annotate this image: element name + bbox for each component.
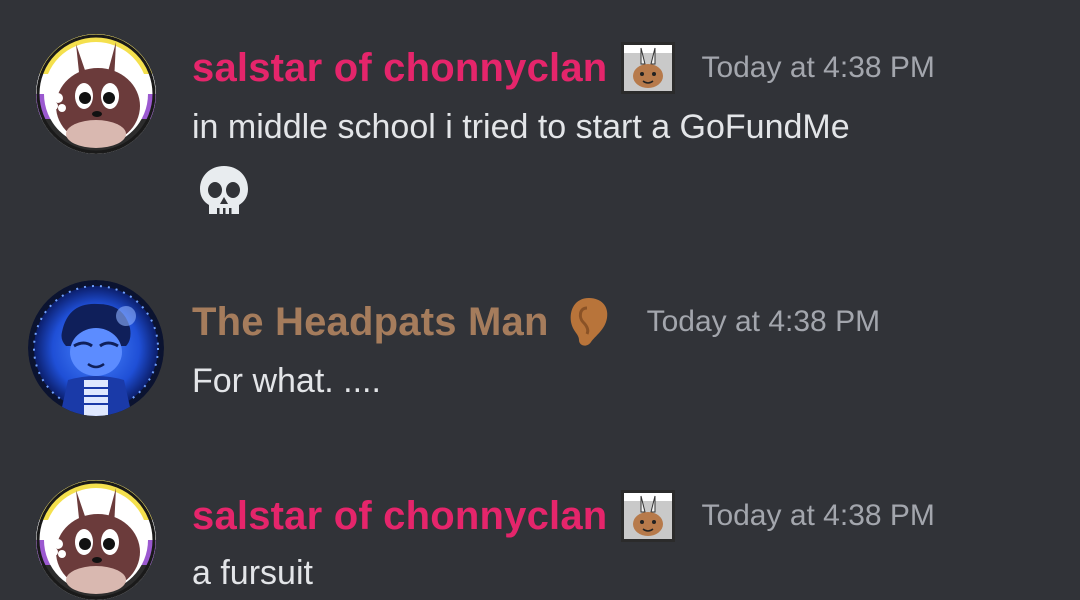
ear-icon xyxy=(567,296,611,348)
avatar-image xyxy=(28,280,164,416)
bunny-cat-badge-icon[interactable] xyxy=(621,42,676,94)
avatar[interactable] xyxy=(28,280,164,416)
timestamp[interactable]: Today at 4:38 PM xyxy=(647,305,880,339)
username[interactable]: salstar of chonnyclan xyxy=(192,46,607,91)
avatar-image xyxy=(36,34,156,154)
message: salstar of chonnyclan Today at 4:38 PM a… xyxy=(0,450,1080,600)
message-text: a fursuit xyxy=(192,554,313,592)
message: salstar of chonnyclan Today at 4:38 PM i… xyxy=(0,0,1080,250)
username[interactable]: salstar of chonnyclan xyxy=(192,494,607,539)
skull-emoji-icon xyxy=(196,162,252,218)
avatar[interactable] xyxy=(36,480,156,600)
timestamp[interactable]: Today at 4:38 PM xyxy=(701,499,934,533)
username[interactable]: The Headpats Man xyxy=(192,300,549,345)
message: The Headpats Man Today at 4:38 PM For wh… xyxy=(0,260,1080,440)
message-header: salstar of chonnyclan Today at 4:38 PM xyxy=(192,488,935,544)
timestamp[interactable]: Today at 4:38 PM xyxy=(701,51,934,85)
message-header: The Headpats Man Today at 4:38 PM xyxy=(192,294,880,350)
message-text: For what. .... xyxy=(192,362,381,400)
avatar[interactable] xyxy=(36,34,156,154)
message-text: in middle school i tried to start a GoFu… xyxy=(192,108,850,146)
message-header: salstar of chonnyclan Today at 4:38 PM xyxy=(192,40,935,96)
bunny-cat-badge-icon[interactable] xyxy=(621,490,676,542)
avatar-image xyxy=(36,480,156,600)
